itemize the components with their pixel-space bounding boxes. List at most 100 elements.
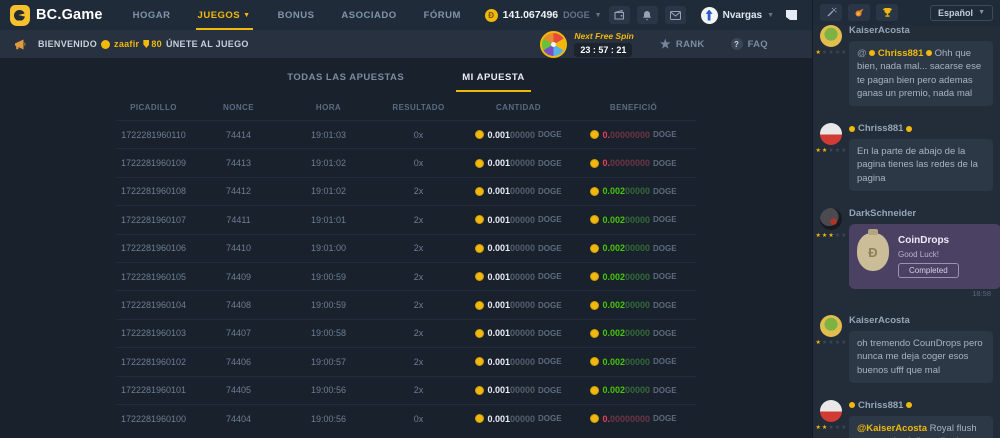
table-row[interactable]: 17222819601007440419:00:560x0.00100000DO… (116, 404, 696, 432)
bet-nonce: 74405 (191, 385, 286, 395)
welcome-cta[interactable]: ÚNETE AL JUEGO (166, 39, 249, 49)
table-row[interactable]: 17222819601047440819:00:592x0.00100000DO… (116, 290, 696, 318)
bell-icon (642, 10, 652, 21)
tab-todas-las-apuestas[interactable]: TODAS LAS APUESTAS (287, 72, 404, 92)
bet-nonce: 74411 (191, 215, 286, 225)
nav-item-fórum[interactable]: FÓRUM (424, 0, 461, 30)
currency-label: DOGE (653, 357, 677, 366)
star-icon: ★ (822, 425, 827, 431)
table-row[interactable]: 17222819601057440919:00:592x0.00100000DO… (116, 262, 696, 290)
free-spin-widget[interactable]: Next Free Spin 23 : 57 : 21 (540, 31, 634, 58)
notifications-button[interactable] (637, 6, 658, 24)
nav-item-juegos[interactable]: JUEGOS▼ (198, 0, 251, 30)
mention-username[interactable]: Chriss881 (875, 48, 926, 59)
doge-coin-icon (475, 329, 484, 338)
chat-username[interactable]: KaiserAcosta (849, 315, 993, 326)
doge-coin-icon (475, 130, 484, 139)
chat-username[interactable]: KaiserAcosta (849, 25, 993, 36)
column-header: BENEFICIÓ (571, 103, 696, 112)
star-icon: ★ (816, 340, 821, 346)
star-icon: ★ (841, 425, 846, 431)
bet-result: 2x (371, 243, 466, 253)
bet-amount: 0.00100000DOGE (466, 328, 571, 338)
nav-item-asociado[interactable]: ASOCIADO (341, 0, 396, 30)
bet-profit: 0.00200000DOGE (571, 328, 696, 338)
star-icon: ★ (828, 50, 833, 56)
chat-message: ★★★★★Chriss881@KaiserAcosta Royal flush … (819, 398, 993, 438)
avatar[interactable] (820, 25, 842, 47)
chevron-down-icon: ▼ (767, 12, 774, 19)
currency-label: DOGE (538, 130, 562, 139)
level-medal-icon (143, 40, 149, 48)
table-row[interactable]: 17222819601087441219:01:022x0.00100000DO… (116, 177, 696, 205)
coindrop-card[interactable]: ĐCoinDropsGood Luck!Completed (849, 224, 1000, 289)
language-selector[interactable]: Español ▼ (930, 5, 993, 21)
doge-coin-icon (590, 159, 599, 168)
rank-button[interactable]: ★ RANK (660, 38, 705, 50)
coindrop-completed-button[interactable]: Completed (898, 263, 959, 278)
bet-profit-value: 0.00200000 (602, 272, 650, 282)
chat-username[interactable]: Chriss881 (849, 400, 993, 411)
free-spin-title: Next Free Spin (574, 31, 634, 41)
user-star-rating: ★★★★★ (816, 340, 847, 346)
currency-label: DOGE (538, 357, 562, 366)
bet-hash: 1722281960107 (116, 215, 191, 225)
bet-profit: 0.00200000DOGE (571, 272, 696, 282)
table-row[interactable]: 17222819601017440519:00:562x0.00100000DO… (116, 376, 696, 404)
bet-profit: 0.00000000DOGE (571, 158, 696, 168)
table-row[interactable]: 17222819601097441319:01:020x0.00100000DO… (116, 148, 696, 176)
chat-username[interactable]: Chriss881 (849, 123, 993, 134)
sparkler-button[interactable] (820, 4, 842, 21)
bet-hash: 1722281960105 (116, 272, 191, 282)
currency-label: DOGE (538, 187, 562, 196)
avatar[interactable] (820, 208, 842, 230)
table-row[interactable]: 17222819601027440619:00:572x0.00100000DO… (116, 347, 696, 375)
fireball-button[interactable] (848, 4, 870, 21)
user-avatar (701, 7, 718, 24)
tab-mi-apuesta[interactable]: MI APUESTA (462, 72, 525, 92)
chat-message-body: Chriss881@KaiserAcosta Royal flush es qu… (849, 398, 993, 438)
balance-currency: DOGE (563, 10, 590, 20)
messages-button[interactable] (665, 6, 686, 24)
faq-button[interactable]: ? FAQ (731, 38, 768, 50)
user-menu[interactable]: Nvargas ▼ (701, 7, 774, 24)
star-icon: ★ (841, 340, 846, 346)
star-icon: ★ (816, 233, 821, 239)
bet-profit-value: 0.00200000 (602, 357, 650, 367)
bet-profit: 0.00200000DOGE (571, 186, 696, 196)
chat-username-text: KaiserAcosta (849, 25, 910, 36)
balance-selector[interactable]: Đ 141.067496 DOGE ▼ (485, 9, 602, 22)
table-row[interactable]: 17222819601037440719:00:582x0.00100000DO… (116, 319, 696, 347)
top-navbar: BC.Game HOGAR JUEGOS▼ BONUS ASOCIADO FÓRUM Đ… (0, 0, 812, 30)
avatar[interactable] (820, 400, 842, 422)
spin-wheel-icon (540, 31, 567, 58)
table-row[interactable]: 17222819601077441119:01:012x0.00100000DO… (116, 205, 696, 233)
chat-username[interactable]: DarkSchneider (849, 208, 993, 219)
currency-label: DOGE (538, 159, 562, 168)
wallet-button[interactable] (609, 6, 630, 24)
trophy-button[interactable] (876, 4, 898, 21)
brand-logo[interactable]: BC.Game (10, 5, 103, 26)
welcome-username[interactable]: zaafir (114, 39, 139, 49)
currency-label: DOGE (653, 244, 677, 253)
avatar[interactable] (820, 123, 842, 145)
chat-toggle-button[interactable] (781, 6, 802, 24)
mention-username[interactable]: @KaiserAcosta (857, 423, 927, 434)
nav-item-hogar[interactable]: HOGAR (133, 0, 171, 30)
bet-time: 19:01:03 (286, 130, 371, 140)
table-row[interactable]: 17222819601107441419:01:030x0.00100000DO… (116, 120, 696, 148)
nav-item-bonus[interactable]: BONUS (278, 0, 315, 30)
bet-hash: 1722281960100 (116, 414, 191, 424)
bet-time: 19:00:59 (286, 272, 371, 282)
doge-coin-icon (475, 187, 484, 196)
fireball-icon (854, 7, 865, 18)
doge-coin-icon (475, 357, 484, 366)
avatar[interactable] (820, 315, 842, 337)
user-star-rating: ★★★★★ (816, 148, 847, 154)
bet-amount: 0.00100000DOGE (466, 215, 571, 225)
bet-amount: 0.00100000DOGE (466, 243, 571, 253)
welcome-right: Next Free Spin 23 : 57 : 21 ★ RANK ? FAQ (540, 31, 798, 58)
table-row[interactable]: 17222819601067441019:01:002x0.00100000DO… (116, 234, 696, 262)
doge-coin-icon (475, 244, 484, 253)
chat-toolbar: Español ▼ (813, 0, 1000, 25)
